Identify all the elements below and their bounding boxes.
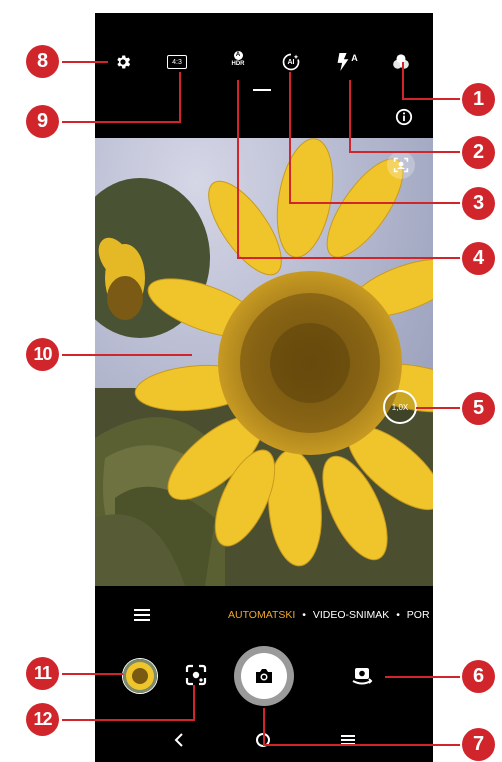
callout-7: 7: [462, 728, 495, 761]
callout-6: 6: [462, 660, 495, 693]
callout-4: 4: [462, 242, 495, 275]
callout-12: 12: [26, 703, 59, 736]
callout-leader-lines: [62, 61, 460, 746]
callout-10: 10: [26, 338, 59, 371]
callout-11: 11: [26, 657, 59, 690]
callout-9: 9: [26, 105, 59, 138]
callout-2: 2: [462, 136, 495, 169]
callout-8: 8: [26, 45, 59, 78]
callout-5: 5: [462, 392, 495, 425]
callout-3: 3: [462, 187, 495, 220]
callout-1: 1: [462, 83, 495, 116]
